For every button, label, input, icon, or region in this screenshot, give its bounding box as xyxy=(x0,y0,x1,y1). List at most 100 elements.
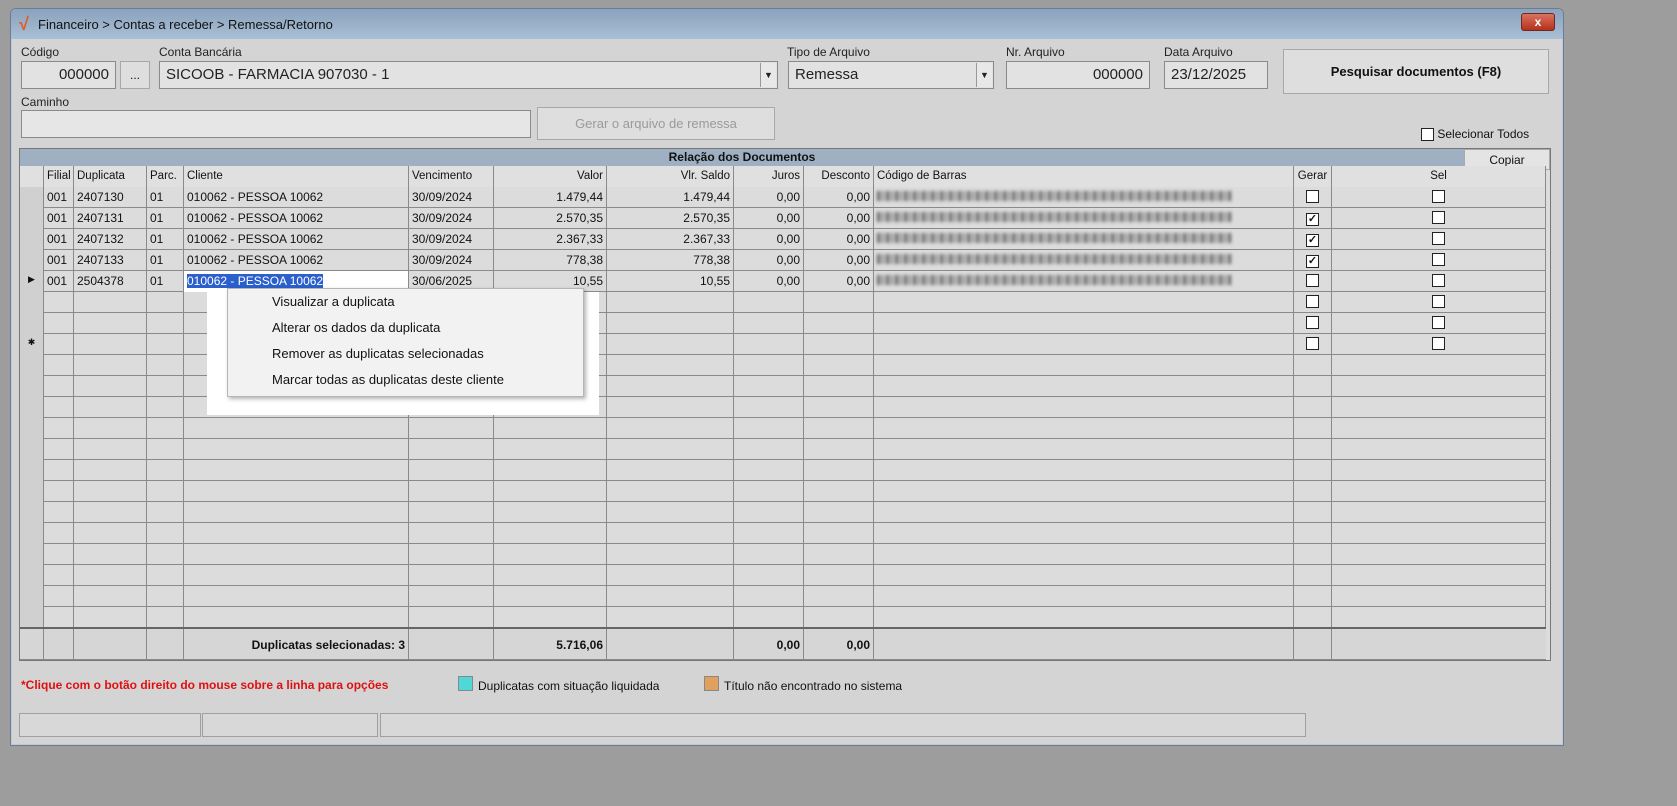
cell-duplicata[interactable] xyxy=(74,460,147,481)
cell-filial[interactable]: 001 xyxy=(44,208,74,229)
cell-barcode[interactable] xyxy=(874,250,1294,271)
cell-saldo[interactable] xyxy=(607,418,734,439)
table-row[interactable]: 001 2407131 01 010062 - PESSOA 10062 30/09/2… xyxy=(20,208,1546,229)
menu-item-visualizar[interactable]: Visualizar a duplicata xyxy=(228,289,583,315)
cell-duplicata[interactable]: 2407132 xyxy=(74,229,147,250)
row-selector[interactable] xyxy=(20,502,44,523)
cell-saldo[interactable] xyxy=(607,439,734,460)
cell-saldo[interactable] xyxy=(607,586,734,607)
menu-item-marcar-todas[interactable]: Marcar todas as duplicatas deste cliente xyxy=(228,367,583,393)
cell-filial[interactable]: 001 xyxy=(44,271,74,292)
cell-valor[interactable] xyxy=(494,565,607,586)
cell-juros[interactable]: 0,00 xyxy=(734,271,804,292)
cell-gerar[interactable] xyxy=(1294,586,1332,607)
cell-barcode[interactable] xyxy=(874,460,1294,481)
close-button[interactable]: x xyxy=(1521,13,1555,31)
cell-gerar[interactable] xyxy=(1294,334,1332,355)
gerar-checkbox[interactable] xyxy=(1306,295,1319,308)
cell-duplicata[interactable] xyxy=(74,334,147,355)
cell-gerar[interactable] xyxy=(1294,397,1332,418)
cell-duplicata[interactable] xyxy=(74,565,147,586)
cell-parc[interactable] xyxy=(147,460,184,481)
cell-gerar[interactable]: ✓ xyxy=(1294,208,1332,229)
cell-gerar[interactable] xyxy=(1294,376,1332,397)
cell-duplicata[interactable] xyxy=(74,544,147,565)
row-selector[interactable] xyxy=(20,481,44,502)
cell-desconto[interactable] xyxy=(804,292,874,313)
cell-barcode[interactable] xyxy=(874,271,1294,292)
cell-barcode[interactable] xyxy=(874,544,1294,565)
cell-parc[interactable] xyxy=(147,481,184,502)
cell-sel[interactable] xyxy=(1332,355,1546,376)
cell-sel[interactable] xyxy=(1332,460,1546,481)
cell-venc[interactable] xyxy=(409,502,494,523)
cell-sel[interactable] xyxy=(1332,544,1546,565)
cell-sel[interactable] xyxy=(1332,586,1546,607)
cell-parc[interactable] xyxy=(147,292,184,313)
cell-parc[interactable] xyxy=(147,607,184,628)
cell-cliente[interactable] xyxy=(184,481,409,502)
gerar-checkbox[interactable]: ✓ xyxy=(1306,255,1319,268)
cell-venc[interactable] xyxy=(409,586,494,607)
cell-duplicata[interactable] xyxy=(74,313,147,334)
cell-barcode[interactable] xyxy=(874,334,1294,355)
cell-gerar[interactable] xyxy=(1294,418,1332,439)
cell-barcode[interactable] xyxy=(874,187,1294,208)
cell-valor[interactable] xyxy=(494,544,607,565)
column-header-gerar[interactable]: Gerar xyxy=(1294,166,1332,187)
row-selector[interactable] xyxy=(20,355,44,376)
menu-item-remover[interactable]: Remover as duplicatas selecionadas xyxy=(228,341,583,367)
row-selector[interactable] xyxy=(20,250,44,271)
cell-filial[interactable] xyxy=(44,502,74,523)
cell-barcode[interactable] xyxy=(874,607,1294,628)
cell-saldo[interactable]: 778,38 xyxy=(607,250,734,271)
cell-duplicata[interactable] xyxy=(74,523,147,544)
row-selector[interactable] xyxy=(20,418,44,439)
cell-duplicata[interactable]: 2407131 xyxy=(74,208,147,229)
cell-barcode[interactable] xyxy=(874,355,1294,376)
cell-gerar[interactable] xyxy=(1294,460,1332,481)
cell-parc[interactable] xyxy=(147,418,184,439)
cell-venc[interactable] xyxy=(409,439,494,460)
cell-filial[interactable] xyxy=(44,418,74,439)
cell-venc[interactable]: 30/09/2024 xyxy=(409,250,494,271)
cell-sel[interactable] xyxy=(1332,607,1546,628)
cell-desconto[interactable] xyxy=(804,502,874,523)
cell-saldo[interactable] xyxy=(607,502,734,523)
cell-venc[interactable] xyxy=(409,607,494,628)
pesquisar-button[interactable]: Pesquisar documentos (F8) xyxy=(1283,49,1549,94)
cell-parc[interactable] xyxy=(147,439,184,460)
row-selector[interactable] xyxy=(20,229,44,250)
table-row[interactable]: 001 2407130 01 010062 - PESSOA 10062 30/09/2… xyxy=(20,187,1546,208)
cell-parc[interactable] xyxy=(147,397,184,418)
cell-valor[interactable]: 1.479,44 xyxy=(494,187,607,208)
cell-gerar[interactable] xyxy=(1294,565,1332,586)
cell-valor[interactable]: 2.367,33 xyxy=(494,229,607,250)
cell-valor[interactable] xyxy=(494,481,607,502)
cell-valor[interactable]: 778,38 xyxy=(494,250,607,271)
cell-sel[interactable] xyxy=(1332,250,1546,271)
cell-parc[interactable]: 01 xyxy=(147,208,184,229)
cell-venc[interactable] xyxy=(409,460,494,481)
cell-gerar[interactable] xyxy=(1294,355,1332,376)
cell-juros[interactable]: 0,00 xyxy=(734,250,804,271)
cell-saldo[interactable] xyxy=(607,544,734,565)
cliente-editor-selected[interactable]: 010062 - PESSOA 10062 xyxy=(187,274,324,288)
cell-parc[interactable]: 01 xyxy=(147,250,184,271)
menu-item-alterar[interactable]: Alterar os dados da duplicata xyxy=(228,315,583,341)
cell-saldo[interactable]: 1.479,44 xyxy=(607,187,734,208)
cell-desconto[interactable] xyxy=(804,313,874,334)
row-selector[interactable]: ✱ xyxy=(20,334,44,355)
sel-checkbox[interactable] xyxy=(1432,295,1445,308)
table-row[interactable]: 001 2407133 01 010062 - PESSOA 10062 30/09/2… xyxy=(20,250,1546,271)
cell-desconto[interactable] xyxy=(804,418,874,439)
cell-saldo[interactable] xyxy=(607,397,734,418)
sel-checkbox[interactable] xyxy=(1432,190,1445,203)
cell-barcode[interactable] xyxy=(874,208,1294,229)
cell-sel[interactable] xyxy=(1332,502,1546,523)
cell-duplicata[interactable] xyxy=(74,439,147,460)
chevron-down-icon[interactable]: ▼ xyxy=(976,63,992,87)
cell-duplicata[interactable] xyxy=(74,397,147,418)
cell-sel[interactable] xyxy=(1332,565,1546,586)
cell-filial[interactable] xyxy=(44,460,74,481)
